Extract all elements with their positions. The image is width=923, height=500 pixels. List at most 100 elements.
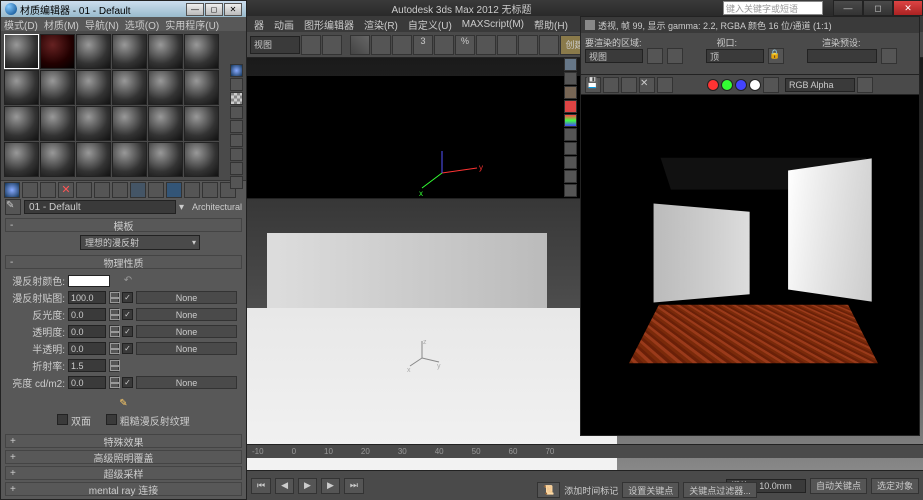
time-ruler[interactable]: -10 0 10 20 30 40 50 60 70	[247, 444, 923, 458]
rollout-mentalray[interactable]: mental ray 连接	[5, 482, 242, 496]
material-slot[interactable]	[148, 142, 183, 177]
mat-menu-material[interactable]: 材质(M)	[44, 17, 79, 31]
twosided-checkbox[interactable]	[57, 414, 68, 425]
key-filter-button[interactable]: 关键点过滤器...	[683, 482, 757, 498]
add-time-tag[interactable]: 添加时间标记	[564, 484, 618, 497]
rollout-physical[interactable]: 物理性质	[5, 255, 242, 269]
material-slot[interactable]	[76, 106, 111, 141]
transparency-map-slot[interactable]: None	[136, 325, 237, 338]
luminance-enable[interactable]: ✓	[122, 377, 133, 388]
put-to-scene-button[interactable]	[22, 182, 38, 198]
luminance-map-slot[interactable]: None	[136, 376, 237, 389]
template-dropdown[interactable]: 理想的漫反射	[80, 235, 200, 250]
menu-item[interactable]: 帮助(H)	[530, 17, 572, 32]
transform-gizmo[interactable]: yx	[417, 148, 487, 201]
spinner-snap-button[interactable]	[476, 35, 496, 55]
setkey-button[interactable]: 设置关键点	[622, 482, 679, 498]
get-material-button[interactable]	[4, 182, 20, 198]
material-slot[interactable]	[184, 34, 219, 69]
select-by-mat-button[interactable]	[230, 162, 243, 175]
pick-material-button[interactable]: ✎	[5, 199, 21, 215]
maxscript-button[interactable]: 📜	[537, 482, 560, 498]
side-tool-button[interactable]	[564, 184, 577, 197]
side-tool-button[interactable]	[564, 142, 577, 155]
rollout-template[interactable]: 模板	[5, 218, 242, 232]
layer-button[interactable]	[539, 35, 559, 55]
transparency-enable[interactable]: ✓	[122, 326, 133, 337]
toggle-ui-button[interactable]	[857, 77, 873, 93]
move-button[interactable]	[350, 35, 370, 55]
make-preview-button[interactable]	[230, 134, 243, 147]
material-slot[interactable]	[40, 70, 75, 105]
menu-item[interactable]: 器	[250, 17, 268, 32]
diffuse-map-enable[interactable]: ✓	[122, 292, 133, 303]
rollout-adv-lighting[interactable]: 高级照明覆盖	[5, 450, 242, 464]
close-button[interactable]: ✕	[893, 0, 923, 16]
mat-map-nav-button[interactable]	[230, 176, 243, 189]
material-slot[interactable]	[112, 142, 147, 177]
rotate-button[interactable]	[371, 35, 391, 55]
autokey-button[interactable]: 自动关键点	[810, 478, 867, 494]
spinner-button[interactable]	[109, 376, 119, 389]
backlight-button[interactable]	[230, 78, 243, 91]
mat-minimize-button[interactable]: —	[186, 3, 204, 16]
snap-button[interactable]: 3	[413, 35, 433, 55]
playback-end-button[interactable]: ⏭	[344, 478, 364, 494]
side-tool-button[interactable]	[564, 170, 577, 183]
material-slot[interactable]	[76, 34, 111, 69]
mono-button[interactable]	[763, 77, 779, 93]
material-slot[interactable]	[184, 142, 219, 177]
video-check-button[interactable]	[230, 120, 243, 133]
material-editor-titlebar[interactable]: 材质编辑器 - 01 - Default — ◻ ✕	[1, 1, 246, 17]
render-window-title[interactable]: 透视, 帧 99, 显示 gamma: 2.2, RGBA 颜色 16 位/通道…	[581, 17, 919, 33]
show-map-button[interactable]	[148, 182, 164, 198]
translucency-map-slot[interactable]: None	[136, 342, 237, 355]
viewport-mode-dropdown[interactable]: 视图	[250, 36, 300, 54]
spinner-button[interactable]	[109, 291, 119, 304]
show-end-button[interactable]	[166, 182, 182, 198]
alpha-channel-toggle[interactable]	[749, 79, 761, 91]
render-output-viewport[interactable]	[581, 95, 919, 435]
mat-menu-options[interactable]: 选项(O)	[125, 17, 159, 31]
material-slot[interactable]	[112, 34, 147, 69]
side-tool-button[interactable]	[564, 72, 577, 85]
playback-play-button[interactable]: ▶	[298, 478, 317, 494]
percent-snap-button[interactable]: %	[455, 35, 475, 55]
side-tool-button[interactable]	[564, 128, 577, 141]
material-slot[interactable]	[4, 142, 39, 177]
menu-item[interactable]: 自定义(U)	[404, 17, 456, 32]
material-slot[interactable]	[4, 106, 39, 141]
menu-item[interactable]: 渲染(R)	[360, 17, 402, 32]
transparency-amount[interactable]: 0.0	[68, 325, 106, 338]
clone-window-button[interactable]	[621, 77, 637, 93]
render-preset-dropdown[interactable]	[807, 49, 877, 63]
side-tool-button[interactable]	[564, 58, 577, 71]
render-viewport-dropdown[interactable]: 顶	[706, 49, 764, 63]
scale-button[interactable]	[392, 35, 412, 55]
material-slot[interactable]	[40, 142, 75, 177]
clear-button[interactable]	[657, 77, 673, 93]
translucency-enable[interactable]: ✓	[122, 343, 133, 354]
ior-amount[interactable]: 1.5	[68, 359, 106, 372]
green-channel-toggle[interactable]	[721, 79, 733, 91]
menu-item[interactable]: 图形编辑器	[300, 17, 358, 32]
material-slot[interactable]	[184, 106, 219, 141]
material-slot[interactable]	[40, 34, 75, 69]
mat-menu-nav[interactable]: 导航(N)	[85, 17, 119, 31]
mat-menu-util[interactable]: 实用程序(U)	[165, 17, 219, 31]
diffuse-map-amount[interactable]: 100.0	[68, 291, 106, 304]
copy-image-button[interactable]	[603, 77, 619, 93]
lock-viewport-button[interactable]: 🔒	[768, 48, 784, 64]
spinner-button[interactable]	[109, 359, 119, 372]
playback-start-button[interactable]: ⏮	[251, 478, 271, 494]
mat-menu-mode[interactable]: 模式(D)	[4, 17, 38, 31]
channel-dropdown[interactable]: RGB Alpha	[785, 78, 855, 92]
material-type-button[interactable]: Architectural	[192, 202, 242, 212]
eyedropper-icon[interactable]: ✎	[119, 398, 127, 409]
save-image-button[interactable]: 💾	[585, 77, 601, 93]
side-tool-button[interactable]	[564, 100, 577, 113]
help-search-input[interactable]: 键入关键字或短语	[723, 1, 823, 15]
maximize-button[interactable]: ◻	[863, 0, 893, 16]
render-area-dropdown[interactable]: 视图	[585, 49, 643, 63]
shininess-amount[interactable]: 0.0	[68, 308, 106, 321]
